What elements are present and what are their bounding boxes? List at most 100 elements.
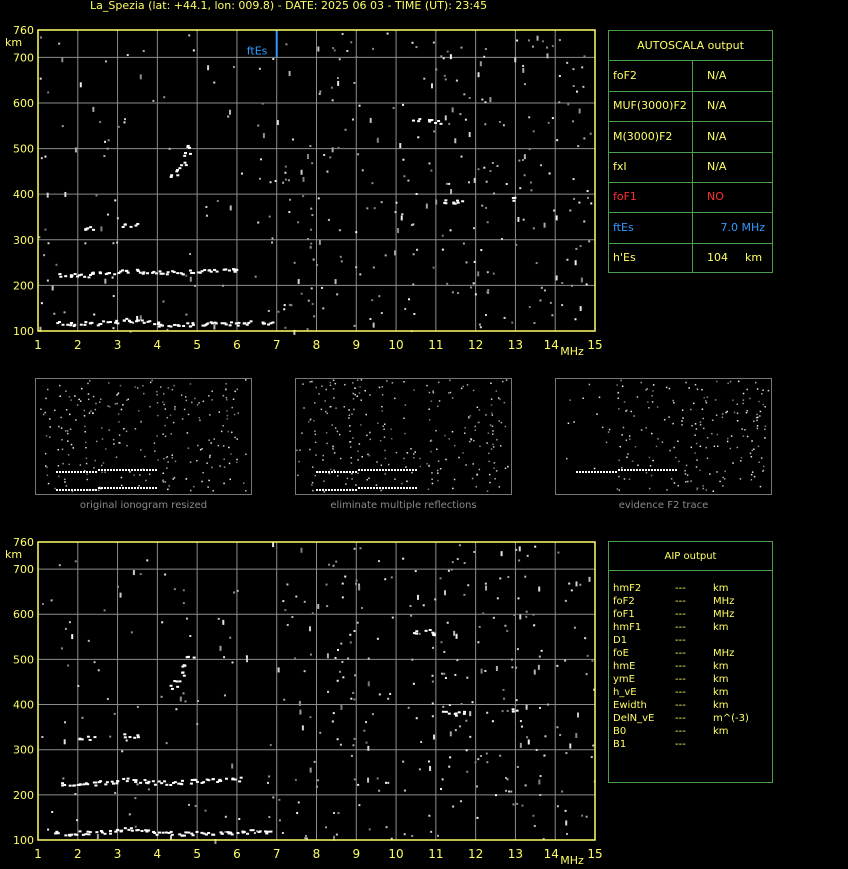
thumb-speck xyxy=(749,452,752,455)
trace-point xyxy=(224,777,228,780)
noise-speck xyxy=(253,832,256,835)
trace-point xyxy=(191,322,195,325)
thumb-speck xyxy=(453,444,456,447)
noise-speck xyxy=(416,594,419,600)
thumb-speck xyxy=(332,448,334,450)
noise-speck xyxy=(432,646,435,649)
autoscala-value: N/A xyxy=(707,129,727,143)
thumb-speck xyxy=(116,402,118,405)
thumb-speck xyxy=(746,409,748,412)
thumb-speck xyxy=(729,447,732,450)
thumb-speck xyxy=(588,383,591,386)
trace-point xyxy=(66,323,70,326)
trace-point xyxy=(106,272,110,275)
noise-speck xyxy=(194,804,197,807)
trace-point xyxy=(462,712,466,715)
noise-speck xyxy=(223,694,226,697)
y-tick-label: 500 xyxy=(13,143,34,156)
noise-speck xyxy=(485,585,488,591)
trace-point xyxy=(70,321,74,324)
thumb-speck xyxy=(619,445,622,448)
y-tick-label: 200 xyxy=(13,789,34,802)
thumb-trace xyxy=(92,471,94,473)
thumb-speck xyxy=(696,459,698,461)
thumb-trace xyxy=(648,469,650,471)
thumb-speck xyxy=(125,430,128,433)
thumb-speck xyxy=(375,484,378,486)
noise-speck xyxy=(474,293,477,296)
thumb-trace xyxy=(89,471,91,473)
noise-speck xyxy=(319,90,322,93)
thumb-speck xyxy=(762,389,764,391)
thumb-trace xyxy=(146,487,148,489)
thumb-trace xyxy=(140,469,142,471)
noise-speck xyxy=(325,826,328,829)
x-tick-label: 9 xyxy=(352,847,360,861)
thumb-trace xyxy=(116,469,118,471)
noise-speck xyxy=(484,101,487,104)
trace-point xyxy=(415,632,419,635)
thumb-trace xyxy=(645,469,647,471)
thumb-speck xyxy=(112,438,115,441)
noise-speck xyxy=(300,292,303,295)
thumb-speck xyxy=(93,467,95,469)
thumb-speck xyxy=(194,397,196,400)
thumb-speck xyxy=(67,454,70,456)
thumb-trace xyxy=(68,489,70,491)
noise-speck xyxy=(445,182,448,185)
thumb-speck xyxy=(449,391,452,394)
thumb-speck xyxy=(227,430,229,433)
noise-speck xyxy=(323,153,326,156)
trace-point xyxy=(456,201,460,204)
thumb-trace xyxy=(322,489,324,491)
noise-speck xyxy=(455,79,458,82)
thumb-speck xyxy=(167,387,170,389)
thumb-speck xyxy=(405,466,407,468)
thumb-speck xyxy=(764,405,766,408)
trace-point xyxy=(143,779,147,782)
noise-speck xyxy=(51,810,54,813)
noise-speck xyxy=(518,559,521,562)
noise-speck xyxy=(92,106,95,112)
noise-speck xyxy=(317,603,320,609)
aip-unit: MHz xyxy=(713,648,735,659)
noise-speck xyxy=(521,158,524,161)
trace-point xyxy=(461,200,465,203)
noise-speck xyxy=(182,692,185,695)
trace-point xyxy=(189,782,193,785)
thumb-speck xyxy=(623,401,626,403)
trace-point xyxy=(186,144,190,147)
trace-point xyxy=(77,274,81,277)
trace-point xyxy=(176,685,180,688)
noise-speck xyxy=(309,626,312,632)
thumb-speck xyxy=(86,478,89,481)
thumb-speck xyxy=(722,476,724,479)
thumb-speck xyxy=(162,393,165,395)
thumb-trace xyxy=(370,487,372,489)
aip-value: --- xyxy=(675,648,686,659)
noise-speck xyxy=(412,253,415,256)
thumb-trace xyxy=(62,471,64,473)
noise-speck xyxy=(501,710,504,713)
thumb-speck xyxy=(322,459,324,461)
trace-point xyxy=(444,710,448,713)
trace-point xyxy=(84,833,88,836)
thumb-speck xyxy=(741,428,743,430)
x-tick-label: 12 xyxy=(468,847,483,861)
trace-point xyxy=(64,275,68,278)
noise-speck xyxy=(311,214,314,217)
noise-speck xyxy=(519,614,522,620)
noise-speck xyxy=(532,814,535,817)
trace-point xyxy=(108,321,112,324)
thumb-speck xyxy=(413,453,415,455)
trace-point xyxy=(173,323,177,326)
noise-speck xyxy=(261,102,264,105)
thumb-speck xyxy=(360,379,363,381)
autoscala-row: MUF(3000)F2 N/A xyxy=(609,91,772,123)
noise-speck xyxy=(222,619,225,625)
thumb-speck xyxy=(184,396,187,398)
thumb-trace xyxy=(74,489,76,491)
thumb-speck xyxy=(54,409,56,412)
noise-speck xyxy=(46,279,49,282)
noise-speck xyxy=(510,658,513,661)
